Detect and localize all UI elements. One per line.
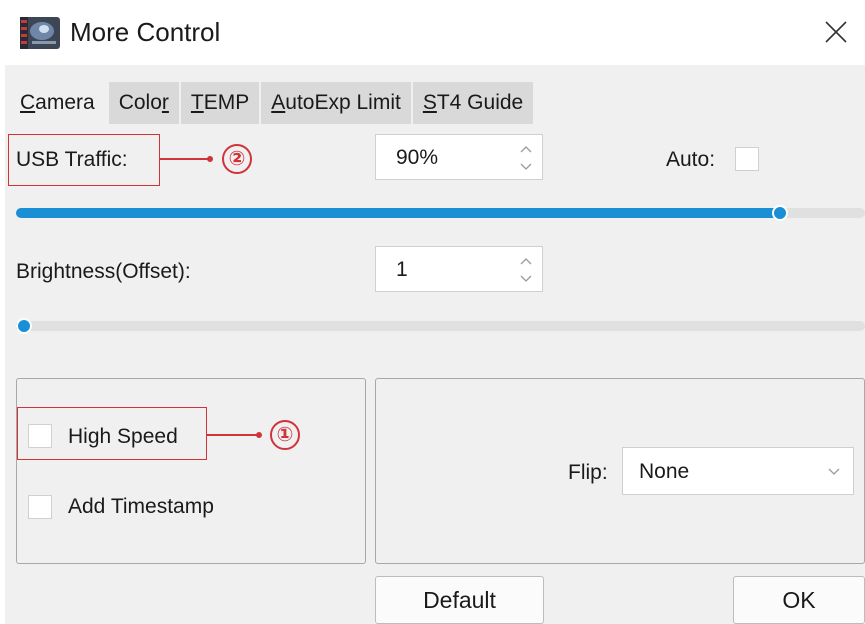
callout-1-marker: ① [270, 420, 300, 450]
high-speed-label: High Speed [68, 425, 178, 448]
title-bar: More Control [0, 0, 865, 65]
high-speed-checkbox[interactable] [28, 424, 52, 448]
callout-1-dot [256, 432, 262, 438]
auto-checkbox[interactable] [735, 147, 759, 171]
spin-arrows-icon[interactable] [516, 251, 536, 289]
callout-1-leader [207, 434, 259, 436]
usb-traffic-slider-fill [16, 208, 780, 218]
tab-camera[interactable]: Camera [10, 82, 107, 124]
callout-2-marker: ② [222, 144, 252, 174]
brightness-slider[interactable] [16, 318, 865, 334]
callout-2-leader [160, 158, 210, 160]
ok-button[interactable]: OK [733, 576, 865, 624]
window-title: More Control [70, 17, 221, 47]
flip-dropdown[interactable]: None [622, 447, 854, 495]
tab-bar: Camera Color TEMP AutoExp Limit ST4 Guid… [10, 82, 534, 124]
tab-st4-guide[interactable]: ST4 Guide [412, 82, 534, 124]
chevron-down-icon [828, 468, 840, 475]
auto-label: Auto: [666, 148, 716, 171]
tab-temp[interactable]: TEMP [180, 82, 260, 124]
usb-traffic-label: USB Traffic: [16, 148, 128, 171]
close-icon[interactable] [818, 14, 854, 50]
more-control-dialog: More Control Camera Color TEMP AutoExp L… [0, 0, 865, 624]
default-button[interactable]: Default [375, 576, 544, 624]
spin-arrows-icon[interactable] [516, 139, 536, 177]
options-group [16, 378, 366, 564]
usb-traffic-slider-thumb[interactable] [772, 205, 788, 221]
usb-traffic-value: 90% [396, 146, 439, 169]
flip-selected-value: None [639, 460, 690, 483]
callout-2-dot [207, 156, 213, 162]
add-timestamp-checkbox[interactable] [28, 495, 52, 519]
brightness-label: Brightness(Offset): [16, 260, 191, 283]
usb-traffic-spinbox[interactable]: 90% [375, 134, 543, 180]
camera-app-icon [20, 17, 60, 49]
add-timestamp-label: Add Timestamp [68, 495, 214, 518]
flip-label: Flip: [568, 461, 608, 484]
usb-traffic-slider[interactable] [16, 205, 865, 221]
brightness-spinbox[interactable]: 1 [375, 246, 543, 292]
tab-color[interactable]: Color [108, 82, 179, 124]
tab-autoexp-limit[interactable]: AutoExp Limit [261, 82, 411, 124]
brightness-slider-thumb[interactable] [16, 318, 32, 334]
brightness-value: 1 [396, 258, 408, 281]
